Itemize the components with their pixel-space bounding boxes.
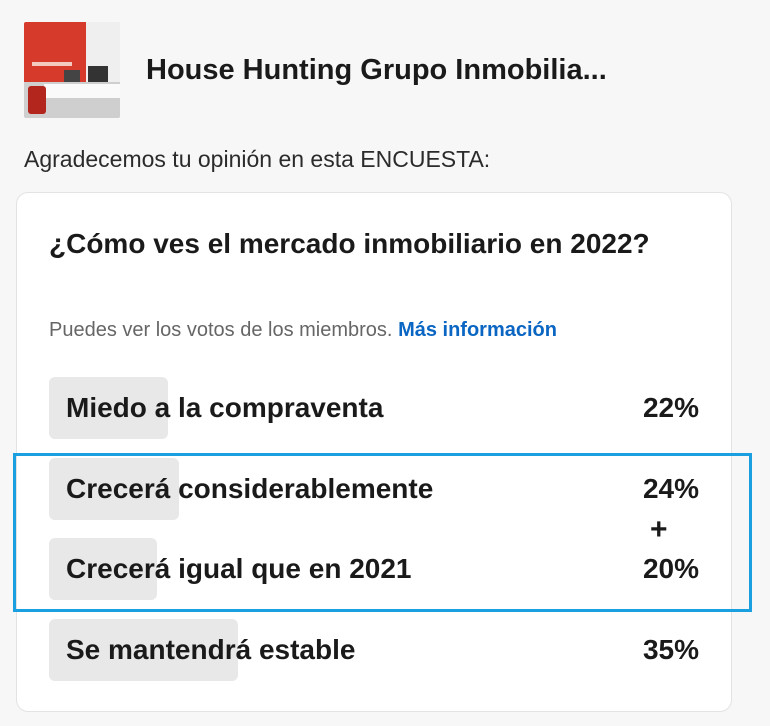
plus-sign: + bbox=[650, 513, 668, 546]
option-percent: 35% bbox=[642, 634, 699, 665]
option-label: Se mantendrá estable bbox=[66, 634, 356, 665]
visibility-text: Puedes ver los votos de los miembros. bbox=[49, 319, 393, 341]
highlight-box bbox=[13, 453, 752, 612]
more-info-link[interactable]: Más información bbox=[398, 319, 557, 341]
company-logo[interactable] bbox=[24, 22, 120, 118]
option-label: Miedo a la compraventa bbox=[66, 392, 384, 423]
option-percent: 22% bbox=[642, 392, 699, 423]
poll-option[interactable]: Miedo a la compraventa 22% bbox=[49, 377, 699, 439]
company-name[interactable]: House Hunting Grupo Inmobilia... bbox=[146, 54, 607, 87]
post-text: Agradecemos tu opinión en esta ENCUESTA: bbox=[24, 146, 491, 172]
poll-option[interactable]: Se mantendrá estable 35% bbox=[49, 619, 699, 681]
post-header: House Hunting Grupo Inmobilia... bbox=[24, 22, 607, 118]
poll-visibility-note: Puedes ver los votos de los miembros. Má… bbox=[49, 319, 557, 342]
poll-question: ¿Cómo ves el mercado inmobiliario en 202… bbox=[49, 228, 650, 259]
poll-card: ¿Cómo ves el mercado inmobiliario en 202… bbox=[16, 192, 732, 712]
